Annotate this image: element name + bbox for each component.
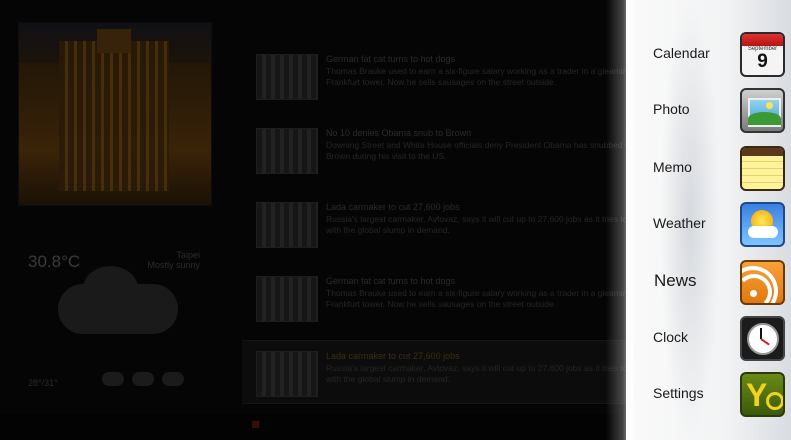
- photo-widget: [18, 22, 212, 206]
- weather-icon[interactable]: [740, 202, 785, 247]
- settings-icon-wrench: Y: [746, 377, 768, 413]
- clock-icon[interactable]: [740, 316, 785, 361]
- menu-item-label: Calendar: [653, 45, 710, 61]
- menu-item-calendar[interactable]: Calendar September 9: [648, 30, 788, 80]
- calendar-icon-day: 9: [757, 51, 768, 72]
- forecast-cloud-icon: [102, 372, 124, 386]
- news-item: German fat cat turns to hot dogs Thomas …: [242, 44, 662, 106]
- news-item-selected: Lada carmaker to cut 27,600 jobs Russia'…: [242, 340, 662, 404]
- news-title: No 10 denies Obama snub to Brown: [326, 128, 472, 138]
- news-title: German fat cat turns to hot dogs: [326, 54, 456, 64]
- weather-location: Taipei Mostly sunny: [147, 250, 200, 270]
- menu-item-label: News: [654, 271, 697, 290]
- cloud-icon: [58, 266, 178, 334]
- forecast-sun-icon: [132, 372, 154, 386]
- rss-icon-dot: [750, 290, 757, 297]
- menu-item-weather[interactable]: Weather: [648, 200, 788, 250]
- news-thumbnail: [256, 276, 318, 322]
- weather-widget: 30.8°C Taipei Mostly sunny 28°/31°: [18, 240, 210, 410]
- menu-item-label: Memo: [653, 159, 692, 175]
- menu-item-settings[interactable]: Settings Y: [648, 370, 788, 420]
- weather-condition: Mostly sunny: [147, 260, 200, 270]
- menu-item-news[interactable]: News: [648, 258, 788, 308]
- menu-item-label: Photo: [653, 101, 690, 117]
- news-item: German fat cat turns to hot dogs Thomas …: [242, 266, 662, 328]
- weather-city: Taipei: [176, 250, 200, 260]
- photo-icon-sun: [766, 102, 773, 109]
- news-thumbnail: [256, 128, 318, 174]
- news-thumbnail: [256, 351, 318, 397]
- settings-icon[interactable]: Y: [740, 372, 785, 417]
- news-thumbnail: [256, 54, 318, 100]
- calendar-icon-header: [742, 34, 783, 46]
- news-title: German fat cat turns to hot dogs: [326, 276, 456, 286]
- menu-item-memo[interactable]: Memo: [648, 144, 788, 194]
- weather-icon-cloud: [748, 226, 778, 238]
- menu-item-clock[interactable]: Clock: [648, 314, 788, 364]
- photo-icon-hill: [748, 112, 781, 125]
- weather-temperature: 30.8°C: [28, 252, 81, 271]
- news-list: German fat cat turns to hot dogs Thomas …: [242, 44, 662, 416]
- memo-icon-binding: [742, 148, 783, 156]
- news-title: Lada carmaker to cut 27,600 jobs: [326, 202, 460, 212]
- news-item: Lada carmaker to cut 27,600 jobs Russia'…: [242, 192, 662, 254]
- menu-item-photo[interactable]: Photo: [648, 86, 788, 136]
- menu-item-label: Weather: [653, 215, 706, 231]
- menu-item-label: Settings: [653, 385, 704, 401]
- photo-building-image: [59, 29, 169, 191]
- menu-item-label: Clock: [653, 329, 689, 345]
- news-item: No 10 denies Obama snub to Brown Downing…: [242, 118, 662, 180]
- calendar-icon[interactable]: September 9: [740, 32, 785, 77]
- news-title: Lada carmaker to cut 27,600 jobs: [326, 351, 460, 361]
- news-thumbnail: [256, 202, 318, 248]
- memo-icon[interactable]: [740, 146, 785, 191]
- forecast-cloud-icon: [162, 372, 184, 386]
- status-indicator-icon: [252, 421, 259, 428]
- weather-range: 28°/31°: [28, 378, 58, 388]
- photo-icon[interactable]: [740, 88, 785, 133]
- screen: 30.8°C Taipei Mostly sunny 28°/31° Germa…: [0, 0, 791, 440]
- weather-forecast: [102, 372, 184, 386]
- settings-icon-gear: [766, 392, 783, 410]
- rss-news-icon[interactable]: [740, 260, 785, 305]
